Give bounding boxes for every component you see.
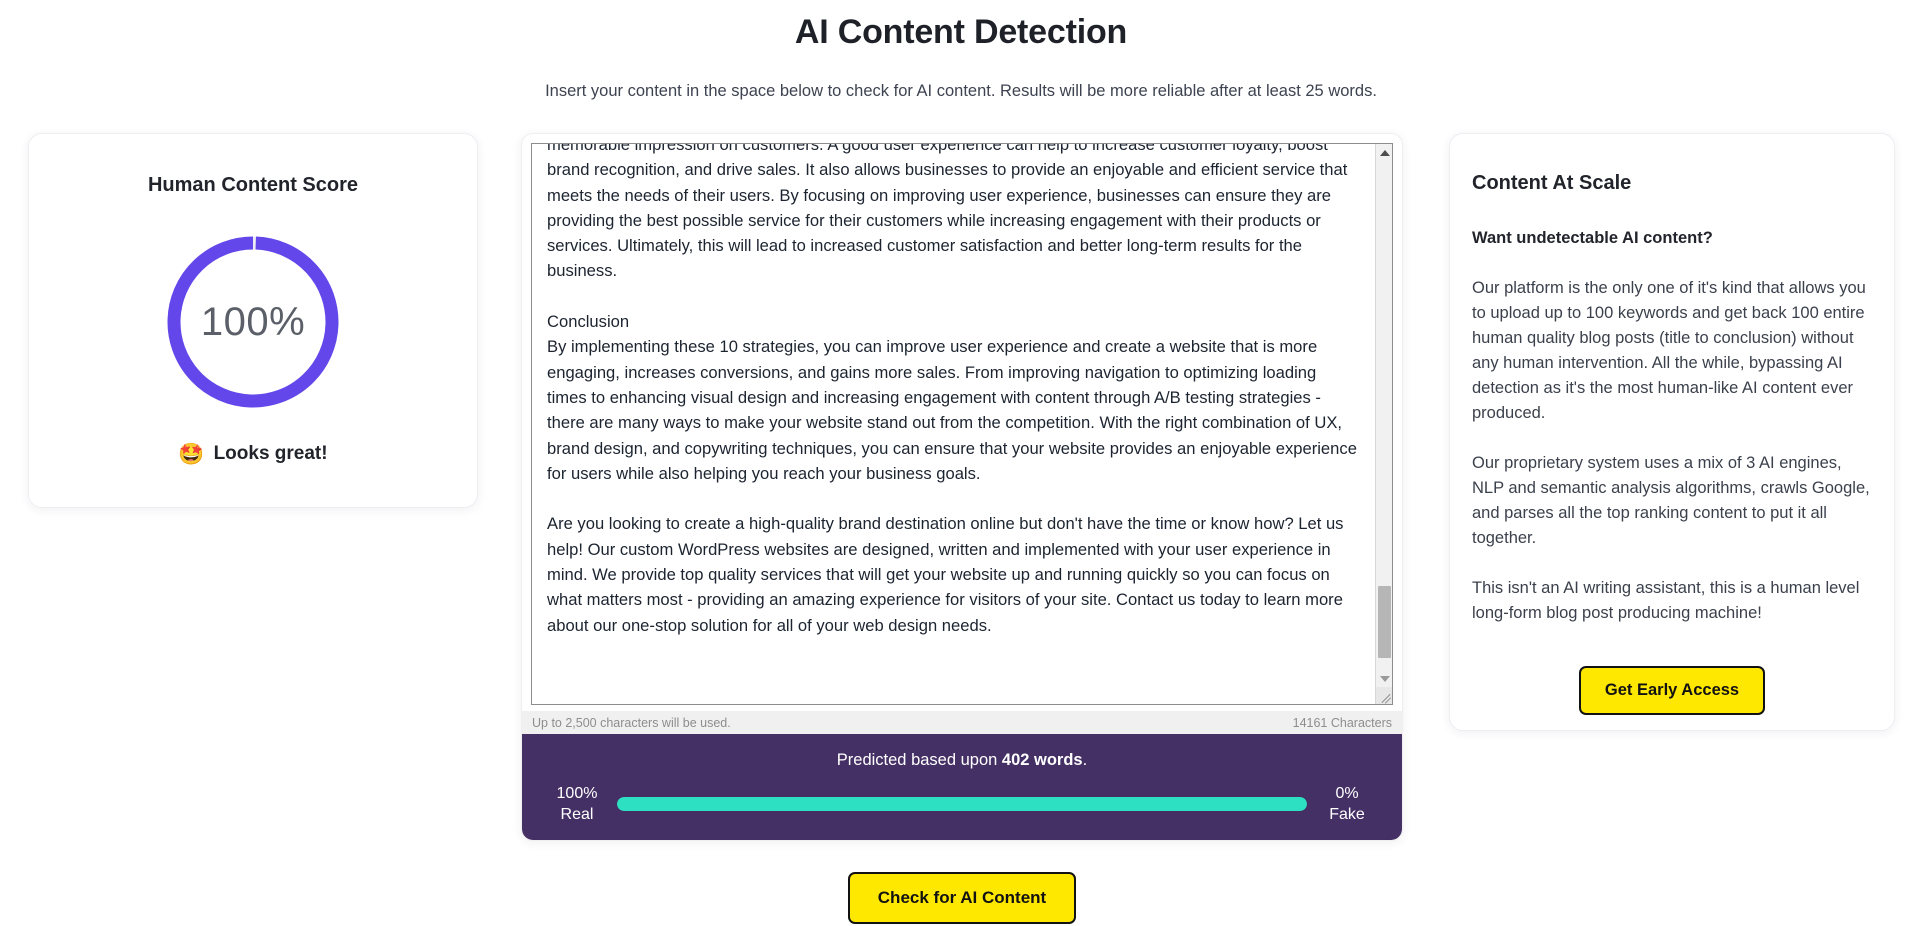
promo-cta-wrap: Get Early Access	[1472, 666, 1872, 715]
star-struck-face-icon: 🤩	[178, 442, 205, 466]
promo-subtitle: Want undetectable AI content?	[1472, 229, 1713, 247]
content-textarea[interactable]: memorable impression on customers. A goo…	[531, 143, 1393, 705]
score-percent-value: 100%	[200, 299, 306, 344]
page-title: AI Content Detection	[794, 13, 1128, 51]
char-count: 14161 Characters	[1292, 715, 1392, 730]
scrollbar-thumb[interactable]	[1378, 586, 1391, 658]
scroll-up-arrow-icon[interactable]	[1376, 144, 1392, 161]
score-heading: Human Content Score	[147, 174, 359, 196]
predicted-word-count: 402 words	[1001, 751, 1083, 769]
human-content-score-card: Human Content Score 100% 🤩 Looks great!	[28, 133, 478, 508]
predicted-summary: Predicted based upon 402 words.	[522, 734, 1402, 770]
ai-content-detection-page: AI Content Detection Insert your content…	[0, 0, 1922, 926]
content-textarea-text[interactable]: memorable impression on customers. A goo…	[547, 144, 1359, 638]
promo-paragraph-3: This isn't an AI writing assistant, this…	[1472, 579, 1860, 622]
promo-paragraph-1: Our platform is the only one of it's kin…	[1472, 279, 1866, 422]
score-verdict: 🤩 Looks great!	[29, 443, 477, 465]
resize-grip-icon[interactable]	[1376, 687, 1392, 704]
textarea-scrollbar[interactable]	[1375, 144, 1392, 704]
meter-track	[617, 797, 1307, 811]
char-limit-note: Up to 2,500 characters will be used.	[532, 715, 731, 730]
page-subtitle: Insert your content in the space below t…	[545, 82, 1377, 100]
predicted-suffix: .	[1082, 751, 1088, 769]
editor-inner: memorable impression on customers. A goo…	[522, 134, 1402, 840]
character-counter-bar: Up to 2,500 characters will be used. 141…	[522, 711, 1402, 734]
check-for-ai-content-button[interactable]: Check for AI Content	[847, 872, 1077, 924]
promo-title: Content At Scale	[1472, 172, 1632, 194]
meter-left-percent: 100%	[556, 785, 598, 802]
score-verdict-label: Looks great!	[213, 443, 328, 464]
meter-left-side: 100% Real	[546, 783, 608, 825]
meter-right-label: Fake	[1329, 806, 1365, 823]
score-gauge: 100%	[160, 229, 346, 415]
prediction-result-bar: Predicted based upon 402 words. 100% Rea…	[522, 734, 1402, 840]
promo-paragraph-2: Our proprietary system uses a mix of 3 A…	[1472, 454, 1870, 547]
meter-left-label: Real	[560, 806, 594, 823]
meter-right-side: 0% Fake	[1316, 783, 1378, 825]
meter-right-percent: 0%	[1335, 785, 1359, 802]
meter-fill	[617, 797, 1307, 811]
scroll-down-arrow-icon[interactable]	[1376, 670, 1392, 687]
get-early-access-button[interactable]: Get Early Access	[1578, 666, 1766, 715]
predicted-prefix: Predicted based upon	[836, 751, 1002, 769]
real-fake-meter: 100% Real 0% Fake	[522, 783, 1402, 825]
content-at-scale-promo-card: Content At Scale Want undetectable AI co…	[1449, 133, 1895, 731]
content-editor-card: memorable impression on customers. A goo…	[521, 133, 1403, 841]
check-action-wrap: Check for AI Content	[521, 872, 1403, 924]
